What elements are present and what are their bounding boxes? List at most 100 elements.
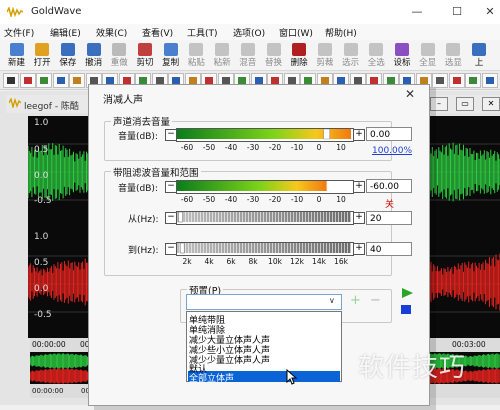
slider-segment bbox=[312, 212, 315, 222]
slider-segment bbox=[186, 243, 189, 253]
bandstop-volume-input[interactable]: -60.00 bbox=[366, 179, 412, 193]
frequency-scale: 2k 4k 6k 8k 10k 12k 14k 16k bbox=[176, 257, 352, 267]
effect-tool-icon[interactable] bbox=[52, 73, 69, 88]
slider-segment bbox=[270, 212, 273, 222]
to-hz-input[interactable]: 40 bbox=[366, 242, 412, 256]
play-icon[interactable] bbox=[400, 287, 414, 299]
preset-add-button[interactable]: + bbox=[350, 293, 361, 308]
slider-segment bbox=[312, 243, 315, 253]
scale-tick-label: -60 bbox=[180, 195, 194, 204]
scale-tick-label: -30 bbox=[246, 195, 260, 204]
slider-segment bbox=[282, 243, 285, 253]
effect-glyph-icon bbox=[419, 77, 428, 84]
minimize-button[interactable]: — bbox=[405, 4, 429, 20]
cut-icon bbox=[138, 43, 152, 56]
menu-help[interactable]: 帮助(H) bbox=[325, 26, 357, 39]
menu-tools[interactable]: 工具(T) bbox=[187, 26, 218, 39]
slider-segment bbox=[276, 243, 279, 253]
select-all-icon bbox=[369, 43, 384, 56]
maximize-button[interactable]: ☐ bbox=[445, 4, 469, 20]
scale-tick-label: 6k bbox=[226, 257, 236, 266]
toolbar-button-19[interactable]: 上 bbox=[467, 42, 492, 70]
effect-glyph-icon bbox=[40, 77, 48, 84]
from-hz-input[interactable]: 20 bbox=[366, 211, 412, 225]
effect-glyph-icon bbox=[337, 77, 345, 84]
effect-tool-icon[interactable] bbox=[465, 73, 481, 88]
scale-tick-label: 0 bbox=[316, 195, 322, 204]
slider-thumb[interactable] bbox=[323, 129, 330, 140]
close-button[interactable]: ✕ bbox=[478, 4, 500, 20]
paste-new-icon bbox=[215, 43, 230, 56]
slider-segment bbox=[309, 243, 312, 253]
effect-glyph-icon bbox=[353, 77, 362, 84]
scale-bottom-1: 1.0 bbox=[34, 232, 49, 242]
slider-segment bbox=[225, 243, 228, 253]
slider-segment bbox=[348, 212, 351, 222]
effect-glyph-icon bbox=[155, 77, 164, 84]
preset-remove-button[interactable]: − bbox=[370, 293, 381, 308]
slider-segment bbox=[261, 212, 264, 222]
channel-volume-input[interactable]: 0.00 bbox=[366, 127, 412, 141]
effect-glyph-icon bbox=[254, 77, 263, 84]
slider-segment bbox=[255, 243, 258, 253]
effect-glyph-icon bbox=[271, 77, 279, 84]
effect-tool-icon[interactable] bbox=[3, 73, 19, 88]
effect-glyph-icon bbox=[386, 77, 395, 84]
slider-segment bbox=[306, 243, 309, 253]
slider-segment bbox=[330, 212, 333, 222]
effect-tool-icon[interactable] bbox=[432, 73, 448, 88]
menu-file[interactable]: 文件(F) bbox=[4, 26, 34, 39]
replace-icon bbox=[266, 43, 281, 56]
slider-thumb[interactable] bbox=[178, 212, 183, 223]
menu-window[interactable]: 窗口(W) bbox=[279, 26, 313, 39]
mix-icon bbox=[240, 43, 255, 56]
slider-segment bbox=[198, 243, 201, 253]
slider-segment bbox=[336, 243, 339, 253]
effect-glyph-icon bbox=[238, 77, 246, 84]
menu-edit[interactable]: 编辑(E) bbox=[50, 26, 81, 39]
scale-tick-label: 2k bbox=[182, 257, 192, 266]
slider-segment bbox=[240, 212, 243, 222]
effect-tool-icon[interactable] bbox=[69, 73, 85, 88]
slider-segment bbox=[258, 212, 261, 222]
menu-options[interactable]: 选项(O) bbox=[233, 26, 265, 39]
slider-segment bbox=[279, 212, 282, 222]
effect-glyph-icon bbox=[485, 77, 494, 84]
bandstop-volume-increase[interactable]: + bbox=[353, 181, 365, 193]
scale-tick-label: 14k bbox=[312, 257, 326, 266]
preset-combobox[interactable] bbox=[186, 294, 342, 310]
stop-icon[interactable] bbox=[401, 305, 411, 314]
preset-option-7[interactable]: 全部立体声 bbox=[189, 371, 234, 384]
slider-segment bbox=[345, 243, 348, 253]
watermark-text: 软件技巧 bbox=[358, 353, 467, 383]
slider-segment bbox=[297, 243, 300, 253]
document-close-button[interactable]: ✕ bbox=[482, 97, 500, 111]
from-hz-increase[interactable]: + bbox=[353, 212, 365, 224]
menu-view[interactable]: 查看(V) bbox=[142, 26, 173, 39]
channel-volume-increase[interactable]: + bbox=[353, 129, 365, 141]
slider-segment bbox=[258, 243, 261, 253]
slider-segment bbox=[213, 212, 216, 222]
slider-segment bbox=[219, 243, 222, 253]
menu-effects[interactable]: 效果(C) bbox=[96, 26, 127, 39]
effect-tool-icon[interactable] bbox=[19, 73, 36, 88]
slider-segment bbox=[204, 243, 207, 253]
effect-tool-icon[interactable] bbox=[448, 73, 465, 88]
scale-top-1: 1.0 bbox=[34, 118, 49, 128]
percent-link[interactable]: 100.00% bbox=[372, 146, 412, 156]
to-hz-increase[interactable]: + bbox=[353, 243, 365, 255]
effect-glyph-icon bbox=[205, 77, 213, 84]
effect-glyph-icon bbox=[23, 77, 32, 84]
effect-tool-icon[interactable] bbox=[36, 73, 52, 88]
scale-tick-label: 16k bbox=[334, 257, 348, 266]
document-maximize-button[interactable]: ▭ bbox=[456, 97, 474, 111]
slider-segment bbox=[246, 243, 249, 253]
dialog-close-button[interactable]: ✕ bbox=[405, 87, 415, 101]
slider-segment bbox=[288, 243, 291, 253]
effect-glyph-icon bbox=[403, 77, 411, 84]
slider-thumb[interactable] bbox=[179, 243, 185, 254]
effect-glyph-icon bbox=[7, 77, 15, 84]
chevron-down-icon[interactable]: ∨ bbox=[329, 296, 335, 305]
effect-tool-icon[interactable] bbox=[481, 73, 498, 88]
slider-segment bbox=[348, 243, 351, 253]
